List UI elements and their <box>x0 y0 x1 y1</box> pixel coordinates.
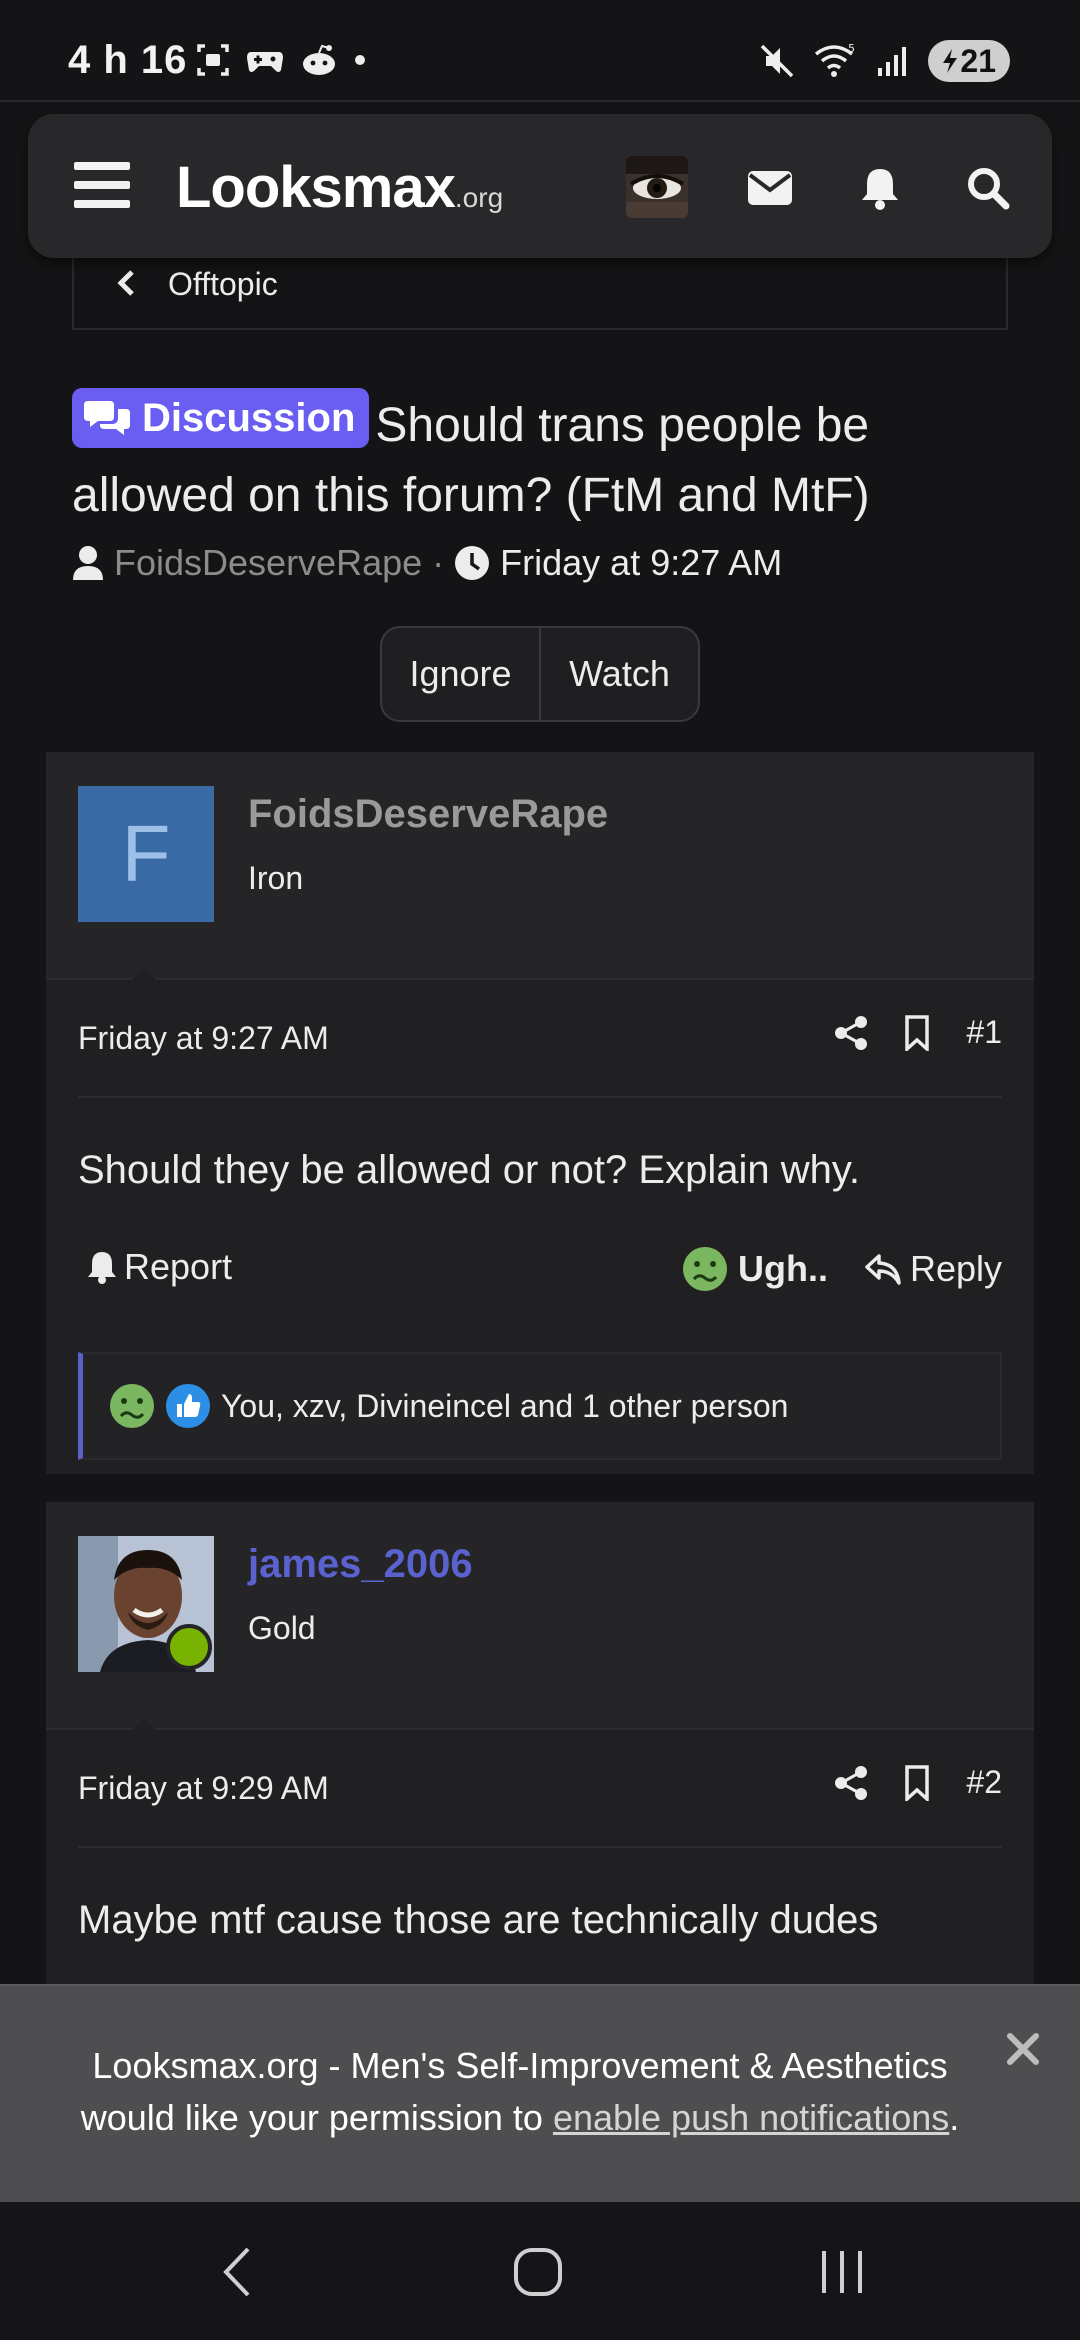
chat-bubbles-icon <box>84 401 130 435</box>
reactions-summary: You, xzv, Divineincel and 1 other person <box>221 1387 789 1424</box>
chevron-left-icon <box>117 270 134 296</box>
post-meta-icons: #1 <box>834 1014 1002 1051</box>
post-right-actions: Ugh.. Reply <box>682 1246 1002 1292</box>
push-notice: Looksmax.org - Men's Self-Improvement & … <box>0 1984 1080 2202</box>
post-username[interactable]: james_2006 <box>248 1542 473 1587</box>
screenshot-icon <box>197 44 229 76</box>
sick-face-icon <box>682 1247 727 1291</box>
bell-icon[interactable] <box>852 160 908 216</box>
thread-author[interactable]: FoidsDeserveRape <box>114 542 422 584</box>
post-date[interactable]: Friday at 9:29 AM <box>78 1770 329 1807</box>
report-button[interactable]: Report <box>86 1246 232 1288</box>
thread-date[interactable]: Friday at 9:27 AM <box>500 542 782 584</box>
user-icon <box>73 546 103 580</box>
close-icon[interactable] <box>1000 2026 1046 2072</box>
post-body: Maybe mtf cause those are technically du… <box>78 1898 879 1942</box>
post-username[interactable]: FoidsDeserveRape <box>248 792 608 837</box>
battery-icon: 21 <box>928 40 1010 82</box>
reply-button[interactable]: Reply <box>864 1248 1002 1290</box>
system-nav-bar <box>0 2202 1080 2340</box>
reactions-bar[interactable]: You, xzv, Divineincel and 1 other person <box>78 1352 1002 1460</box>
clock-icon <box>455 546 490 580</box>
meta-separator: · <box>432 542 445 583</box>
status-bar: 4 h 16 5 21 <box>0 0 1080 100</box>
page-content: Offtopic Discussion Should trans people … <box>0 258 1080 1988</box>
post-1: F FoidsDeserveRape Iron Friday at 9:27 A… <box>46 752 1034 1474</box>
reaction-label: Ugh.. <box>737 1248 828 1289</box>
share-icon[interactable] <box>834 1015 868 1051</box>
mute-icon <box>761 44 794 78</box>
reply-icon <box>865 1254 901 1285</box>
post-actions: Report Ugh.. Reply <box>78 1246 1002 1306</box>
push-notice-period: . <box>949 2097 960 2138</box>
dot-icon <box>355 55 365 65</box>
thread-actions: Ignore Watch <box>380 626 700 722</box>
logo-text: Looksmax <box>176 155 456 220</box>
report-label: Report <box>124 1246 233 1287</box>
reaction-button[interactable]: Ugh.. <box>682 1246 828 1292</box>
page-title: Discussion Should trans people be allowe… <box>72 388 1002 531</box>
game-icon <box>247 52 283 72</box>
thumbs-up-icon <box>165 1383 211 1429</box>
post-number[interactable]: #1 <box>966 1014 1002 1051</box>
breadcrumb-label: Offtopic <box>168 266 278 302</box>
breadcrumb[interactable]: Offtopic <box>72 258 1008 330</box>
home-icon[interactable] <box>498 2242 578 2302</box>
post-meta: Friday at 9:27 AM #1 <box>78 980 1002 1098</box>
online-status-icon <box>166 1624 212 1670</box>
post-user-block: james_2006 Gold <box>46 1502 1034 1744</box>
avatar[interactable] <box>626 156 688 218</box>
user-title: Iron <box>248 860 304 896</box>
post-number[interactable]: #2 <box>966 1764 1002 1801</box>
post-user-block: F FoidsDeserveRape Iron <box>46 752 1034 994</box>
status-time: 4 h 16 <box>68 38 188 82</box>
status-divider <box>0 100 1080 102</box>
prefix-badge[interactable]: Discussion <box>72 388 370 448</box>
ignore-button[interactable]: Ignore <box>382 628 539 720</box>
watch-button[interactable]: Watch <box>541 628 698 720</box>
push-notice-text: Looksmax.org - Men's Self-Improvement & … <box>60 2040 980 2144</box>
thread-meta: FoidsDeserveRape · Friday at 9:27 AM <box>72 542 782 584</box>
bookmark-icon[interactable] <box>904 1014 930 1051</box>
logo-suffix: .org <box>454 182 504 213</box>
svg-text:5: 5 <box>848 42 855 55</box>
user-title: Gold <box>248 1610 316 1646</box>
post-2: james_2006 Gold Friday at 9:29 AM #2 May… <box>46 1502 1034 1988</box>
site-header: Looksmax.org <box>28 114 1052 258</box>
post-meta: Friday at 9:29 AM #2 <box>78 1730 1002 1848</box>
post-body: Should they be allowed or not? Explain w… <box>78 1148 860 1192</box>
menu-icon[interactable] <box>74 162 130 212</box>
status-left-icons <box>195 42 367 78</box>
reply-label: Reply <box>909 1248 1002 1289</box>
site-logo[interactable]: Looksmax.org <box>176 154 503 221</box>
post-meta-icons: #2 <box>834 1764 1002 1801</box>
reddit-icon <box>303 44 335 75</box>
battery-level: 21 <box>960 42 996 79</box>
sick-face-icon <box>109 1383 155 1429</box>
status-right-icons: 5 21 <box>758 40 1010 82</box>
mail-icon[interactable] <box>742 160 798 216</box>
wifi-icon: 5 <box>815 42 855 77</box>
enable-push-link[interactable]: enable push notifications <box>553 2097 949 2138</box>
share-icon[interactable] <box>834 1765 868 1801</box>
recents-icon[interactable] <box>802 2242 882 2302</box>
bell-icon <box>88 1252 116 1284</box>
post-date[interactable]: Friday at 9:27 AM <box>78 1020 329 1057</box>
signal-icon <box>878 47 907 76</box>
prefix-label: Discussion <box>142 396 356 440</box>
avatar[interactable]: F <box>78 786 214 922</box>
back-icon[interactable] <box>198 2242 278 2302</box>
search-icon[interactable] <box>960 160 1016 216</box>
bookmark-icon[interactable] <box>904 1764 930 1801</box>
